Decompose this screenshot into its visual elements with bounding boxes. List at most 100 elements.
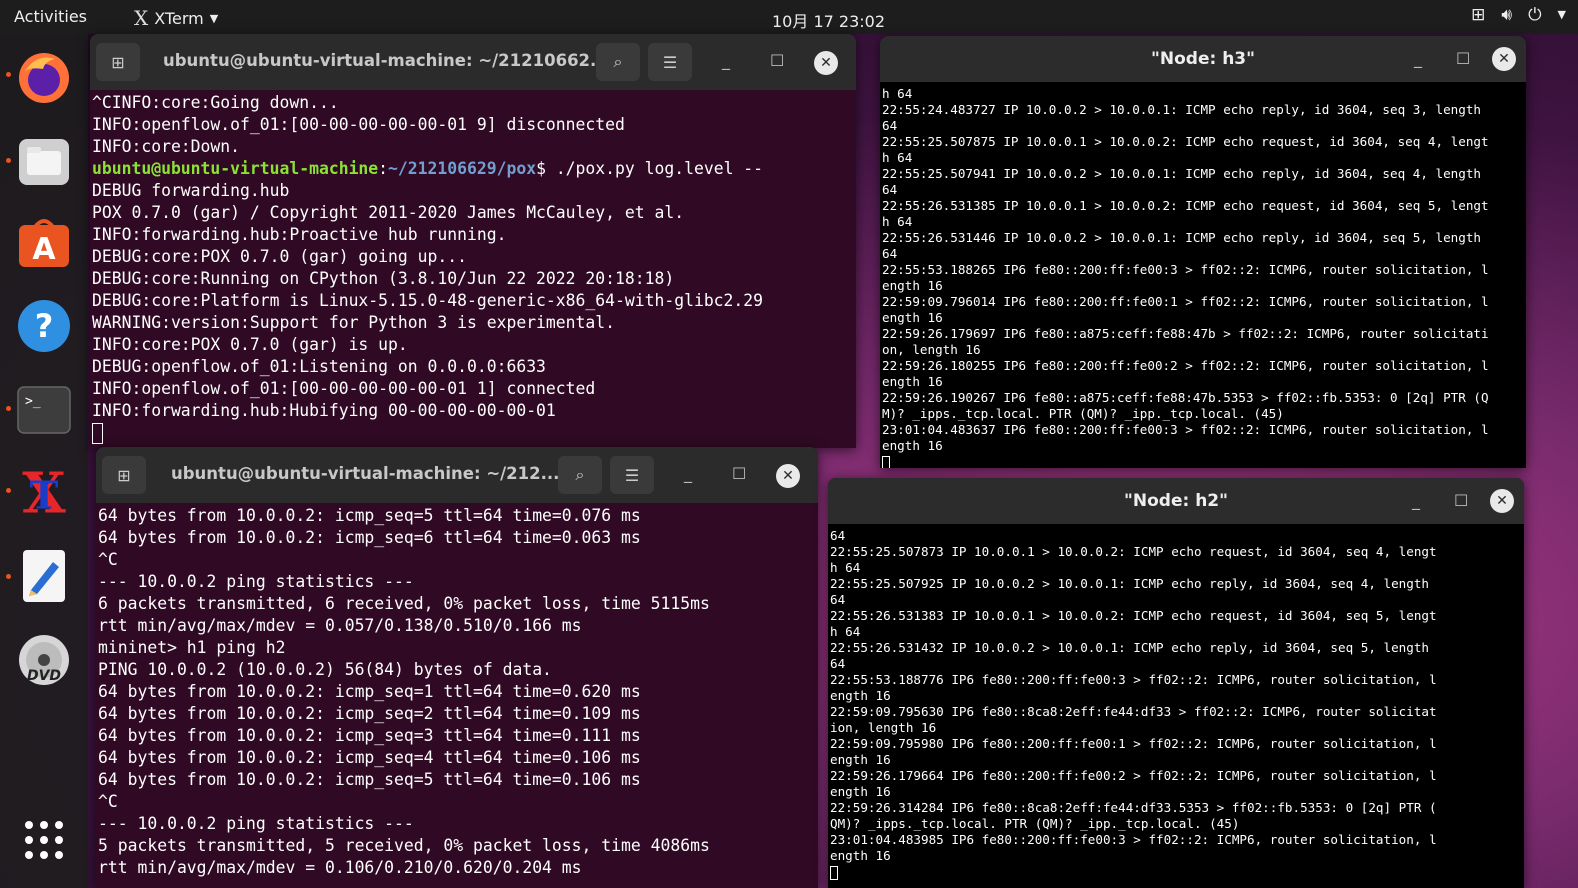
prompt-line: ubuntu@ubuntu-virtual-machine:~/21210662… <box>92 158 856 180</box>
app-menu[interactable]: X XTerm ▼ <box>134 6 218 30</box>
terminal-output[interactable]: ^CINFO:core:Going down... INFO:openflow.o… <box>90 90 856 444</box>
maximize-button[interactable]: ☐ <box>770 51 784 70</box>
close-button[interactable]: ✕ <box>1490 489 1514 513</box>
output-line: ^CINFO:core:Going down... <box>92 93 339 112</box>
output-line: 64 bytes from 10.0.0.2: icmp_seq=3 ttl=6… <box>98 726 641 745</box>
system-tray[interactable]: ⊞ 🔊︎ ⏻ ▼ <box>1471 5 1566 25</box>
output-line: ength 16 <box>882 278 943 293</box>
minimize-button[interactable]: _ <box>722 51 730 70</box>
close-icon: ✕ <box>1498 51 1510 67</box>
firefox-icon[interactable] <box>16 50 72 106</box>
output-line: 64 bytes from 10.0.0.2: icmp_seq=5 ttl=6… <box>98 506 641 525</box>
output-line: ength 16 <box>830 784 891 799</box>
output-line: h 64 <box>882 150 913 165</box>
text-editor-icon[interactable] <box>16 548 72 604</box>
files-icon[interactable] <box>16 134 72 190</box>
output-line: 22:55:25.507941 IP 10.0.0.2 > 10.0.0.1: … <box>882 166 1481 181</box>
close-button[interactable]: ✕ <box>814 51 838 75</box>
output-line: 22:59:26.180255 IP6 fe80::200:ff:fe00:2 … <box>882 358 1489 373</box>
output-line: ength 16 <box>830 752 891 767</box>
output-line: ength 16 <box>830 688 891 703</box>
output-line: 22:55:53.188776 IP6 fe80::200:ff:fe00:3 … <box>830 672 1437 687</box>
close-button[interactable]: ✕ <box>1492 47 1516 71</box>
output-line: INFO:openflow.of_01:[00-00-00-00-00-01 9… <box>92 115 625 134</box>
cursor-line <box>830 864 1524 880</box>
output-line: 22:59:26.314284 IP6 fe80::8ca8:2eff:fe44… <box>830 800 1437 815</box>
top-bar: Activities X XTerm ▼ 10月 17 23:02 ⊞ 🔊︎ ⏻… <box>0 0 1578 34</box>
close-button[interactable]: ✕ <box>776 464 800 488</box>
close-icon: ✕ <box>820 55 832 71</box>
minimize-button[interactable]: _ <box>1412 491 1420 510</box>
output-line: PING 10.0.0.2 (10.0.0.2) 56(84) bytes of… <box>98 660 552 679</box>
svg-text:T: T <box>30 473 59 518</box>
window-title: "Node: h3" <box>1151 49 1255 69</box>
output-line: INFO:forwarding.hub:Proactive hub runnin… <box>92 225 507 244</box>
minimize-button[interactable]: _ <box>684 464 692 483</box>
output-line: 64 <box>882 118 898 133</box>
output-line: h 64 <box>882 214 913 229</box>
chevron-down-icon: ▼ <box>1557 8 1566 21</box>
output-line: INFO:forwarding.hub:Hubifying 00-00-00-0… <box>92 401 556 420</box>
output-line: 64 <box>882 246 898 261</box>
output-line: DEBUG:openflow.of_01:Listening on 0.0.0.… <box>92 357 546 376</box>
text-cursor <box>830 866 838 880</box>
new-tab-icon: ⊞ <box>117 465 131 485</box>
output-line: 22:59:26.190267 IP6 fe80::a875:ceff:fe88… <box>882 390 1489 405</box>
terminal-output[interactable]: h 64 22:55:24.483727 IP 10.0.0.2 > 10.0.0… <box>880 82 1526 468</box>
text-cursor <box>92 423 103 444</box>
output-line: 22:55:26.531383 IP 10.0.0.1 > 10.0.0.2: … <box>830 608 1437 623</box>
search-button[interactable]: ⌕ <box>558 456 602 494</box>
hamburger-icon: ☰ <box>624 465 640 485</box>
output-line: ength 16 <box>882 374 943 389</box>
output-line: rtt min/avg/max/mdev = 0.057/0.138/0.510… <box>98 616 582 635</box>
output-line: 64 bytes from 10.0.0.2: icmp_seq=2 ttl=6… <box>98 704 641 723</box>
running-indicator <box>6 72 11 77</box>
window-header[interactable]: "Node: h2" _ ☐ ✕ <box>828 478 1524 524</box>
maximize-button[interactable]: ☐ <box>1456 49 1470 68</box>
terminal-window-pox[interactable]: ⊞ ubuntu@ubuntu-virtual-machine: ~/21210… <box>90 34 856 448</box>
menu-button[interactable]: ☰ <box>610 456 654 494</box>
clock[interactable]: 10月 17 23:02 <box>772 8 885 32</box>
svg-text:?: ? <box>35 307 54 345</box>
show-apps-icon[interactable] <box>16 812 72 868</box>
terminal-output[interactable]: 64 bytes from 10.0.0.2: icmp_seq=5 ttl=6… <box>96 503 818 879</box>
search-button[interactable]: ⌕ <box>596 43 640 81</box>
close-icon: ✕ <box>782 468 794 484</box>
svg-text:A: A <box>32 232 56 267</box>
new-tab-button[interactable]: ⊞ <box>102 456 146 494</box>
new-tab-button[interactable]: ⊞ <box>96 43 140 81</box>
xterm-window-h2[interactable]: "Node: h2" _ ☐ ✕ 64 22:55:25.507873 IP 10… <box>828 478 1524 888</box>
output-line: 22:55:25.507925 IP 10.0.0.2 > 10.0.0.1: … <box>830 576 1429 591</box>
dvd-icon[interactable]: DVD <box>16 632 72 688</box>
terminal-window-mininet[interactable]: ⊞ ubuntu@ubuntu-virtual-machine: ~/212..… <box>96 447 818 888</box>
chevron-down-icon: ▼ <box>209 11 219 25</box>
window-header[interactable]: ⊞ ubuntu@ubuntu-virtual-machine: ~/21210… <box>90 34 856 90</box>
output-line: 22:55:26.531446 IP 10.0.0.2 > 10.0.0.1: … <box>882 230 1481 245</box>
help-icon[interactable]: ? <box>16 298 72 354</box>
cursor-line <box>882 454 1526 468</box>
xterm-window-h3[interactable]: "Node: h3" _ ☐ ✕ h 64 22:55:24.483727 IP … <box>880 36 1526 468</box>
activities-button[interactable]: Activities <box>14 7 87 26</box>
xterm-icon[interactable]: XT <box>16 463 72 521</box>
prompt-user: ubuntu@ubuntu-virtual-machine <box>92 159 379 178</box>
terminal-output[interactable]: 64 22:55:25.507873 IP 10.0.0.1 > 10.0.0.2… <box>828 524 1524 880</box>
maximize-button[interactable]: ☐ <box>732 464 746 483</box>
maximize-button[interactable]: ☐ <box>1454 491 1468 510</box>
menu-button[interactable]: ☰ <box>648 43 692 81</box>
output-line: DEBUG:core:Running on CPython (3.8.10/Ju… <box>92 269 675 288</box>
output-line: INFO:openflow.of_01:[00-00-00-00-00-01 1… <box>92 379 596 398</box>
minimize-button[interactable]: _ <box>1414 49 1422 68</box>
app-store-icon[interactable]: A <box>16 214 72 270</box>
output-line: 6 packets transmitted, 6 received, 0% pa… <box>98 594 710 613</box>
terminal-icon[interactable]: >_ <box>16 382 72 438</box>
output-line: 5 packets transmitted, 5 received, 0% pa… <box>98 836 710 855</box>
output-line: INFO:core:POX 0.7.0 (gar) is up. <box>92 335 408 354</box>
output-line: h 64 <box>830 624 861 639</box>
power-icon: ⏻ <box>1528 5 1542 25</box>
output-line: 64 bytes from 10.0.0.2: icmp_seq=5 ttl=6… <box>98 770 641 789</box>
window-header[interactable]: ⊞ ubuntu@ubuntu-virtual-machine: ~/212..… <box>96 447 818 503</box>
output-line: ^C <box>98 550 118 569</box>
window-header[interactable]: "Node: h3" _ ☐ ✕ <box>880 36 1526 82</box>
running-indicator <box>6 406 11 411</box>
xterm-app-icon: X <box>134 6 149 30</box>
